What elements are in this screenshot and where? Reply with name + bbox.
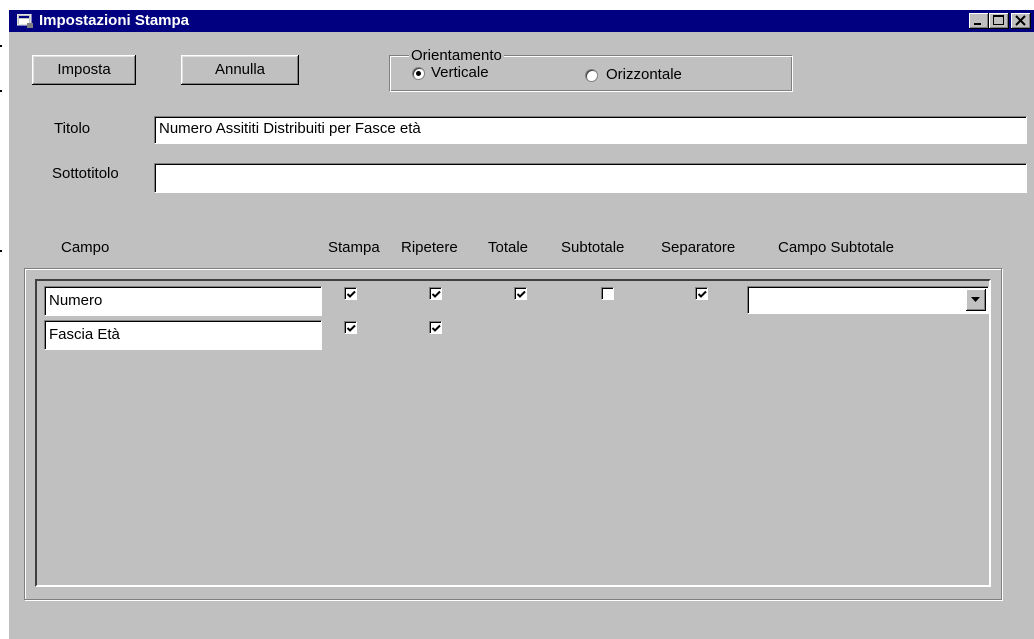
column-header-campo: Campo bbox=[61, 239, 110, 256]
checkmark-icon bbox=[697, 290, 707, 298]
row-1-separatore-checkbox[interactable] bbox=[695, 287, 708, 300]
maximize-button[interactable] bbox=[989, 13, 1009, 29]
radio-verticale-label[interactable]: Verticale bbox=[431, 64, 489, 82]
row-1-subtotale-checkbox[interactable] bbox=[601, 287, 614, 300]
maximize-icon bbox=[993, 15, 1004, 25]
annulla-button[interactable]: Annulla bbox=[181, 55, 299, 85]
row-2-ripetere-checkbox[interactable] bbox=[429, 321, 442, 334]
checkmark-icon bbox=[431, 290, 441, 298]
column-header-subtotale: Subtotale bbox=[561, 239, 625, 256]
radio-verticale[interactable] bbox=[412, 67, 425, 80]
edge-mark bbox=[0, 90, 2, 92]
row-1-campo-subtotale-select[interactable] bbox=[747, 286, 989, 314]
dropdown-arrow-icon bbox=[971, 297, 980, 302]
column-header-stampa: Stampa bbox=[328, 239, 380, 256]
titolo-input[interactable]: Numero Assititi Distribuiti per Fasce et… bbox=[154, 116, 1027, 144]
row-1-stampa-checkbox[interactable] bbox=[344, 287, 357, 300]
row-2-stampa-checkbox[interactable] bbox=[344, 321, 357, 334]
checkmark-icon bbox=[346, 324, 356, 332]
row-1-ripetere-checkbox[interactable] bbox=[429, 287, 442, 300]
row-2-campo[interactable]: Fascia Età bbox=[44, 320, 322, 350]
orientation-group-label: Orientamento bbox=[409, 47, 504, 64]
edge-mark bbox=[0, 45, 2, 47]
fields-panel bbox=[24, 268, 1002, 600]
close-button[interactable] bbox=[1011, 13, 1031, 29]
window-title: Impostazioni Stampa bbox=[39, 12, 190, 29]
title-bar[interactable]: Impostazioni Stampa bbox=[9, 10, 1034, 32]
row-1-totale-checkbox[interactable] bbox=[514, 287, 527, 300]
imposta-button[interactable]: Imposta bbox=[32, 55, 136, 85]
edge-mark bbox=[0, 250, 2, 252]
column-header-separatore: Separatore bbox=[661, 239, 736, 256]
sottotitolo-label: Sottotitolo bbox=[52, 165, 119, 182]
row-1-campo[interactable]: Numero bbox=[44, 286, 322, 316]
column-header-campo-subtotale: Campo Subtotale bbox=[778, 239, 894, 256]
checkmark-icon bbox=[516, 290, 526, 298]
dropdown-button[interactable] bbox=[966, 289, 986, 311]
titolo-label: Titolo bbox=[54, 120, 91, 137]
window-app-icon[interactable] bbox=[16, 13, 33, 28]
close-icon bbox=[1015, 15, 1026, 26]
minimize-button[interactable] bbox=[969, 13, 989, 29]
minimize-icon bbox=[974, 23, 981, 25]
radio-dot bbox=[416, 71, 421, 76]
column-header-totale: Totale bbox=[488, 239, 529, 256]
radio-orizzontale-label[interactable]: Orizzontale bbox=[606, 66, 682, 84]
column-header-ripetere: Ripetere bbox=[401, 239, 458, 256]
checkmark-icon bbox=[431, 324, 441, 332]
radio-orizzontale[interactable] bbox=[585, 69, 598, 82]
checkmark-icon bbox=[346, 290, 356, 298]
print-settings-window: Impostazioni Stampa Imposta Annulla Orie… bbox=[9, 10, 1034, 639]
sottotitolo-input[interactable] bbox=[154, 163, 1027, 193]
